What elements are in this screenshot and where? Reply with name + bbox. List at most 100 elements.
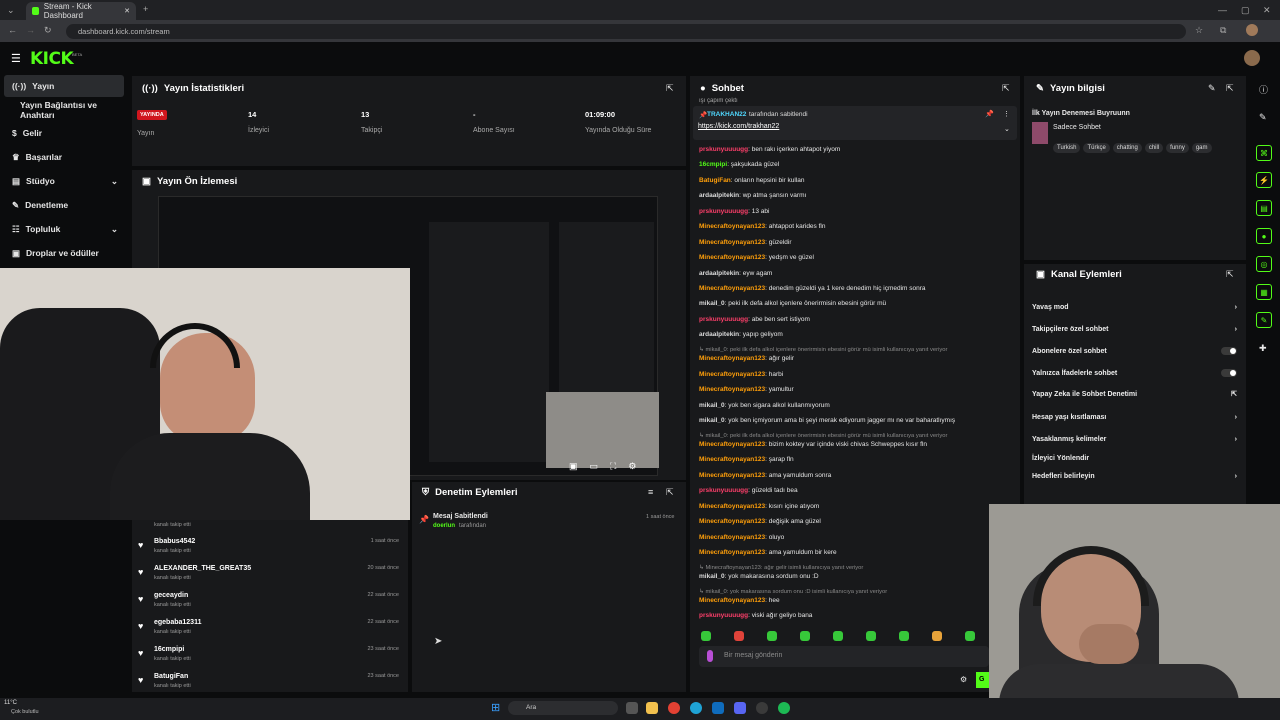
rail-doc-icon[interactable]: ▤	[1256, 200, 1272, 216]
add-widget-icon[interactable]: ✚	[1259, 343, 1267, 354]
extensions-icon[interactable]: ⧉	[1220, 25, 1226, 36]
discord-icon[interactable]	[734, 702, 746, 714]
sidebar-item-droplar[interactable]: ▣ Droplar ve ödüller	[4, 242, 124, 264]
sidebar-item-basarilar[interactable]: ♛ Başarılar	[4, 146, 124, 168]
follower-name[interactable]: Bbabus4542	[154, 538, 195, 545]
follower-row[interactable]: ♥ egebaba12311 kanalı takip etti 22 saat ön…	[138, 619, 403, 645]
chat-username[interactable]: Minecraftoynayan123	[699, 239, 765, 246]
tab-close-icon[interactable]: ✕	[124, 7, 130, 15]
channel-action-item[interactable]: Yalnızca İfadelerle sohbet	[1032, 366, 1237, 380]
emote-icon[interactable]	[965, 631, 975, 641]
chat-username[interactable]: Minecraftoynayan123	[699, 355, 765, 362]
chat-username[interactable]: Minecraftoynayan123	[699, 472, 765, 479]
bookmark-star-icon[interactable]: ☆	[1195, 25, 1203, 36]
reload-icon[interactable]: ↻	[44, 25, 52, 36]
chat-username[interactable]: prskunyuuuugg	[699, 208, 748, 215]
channel-action-item[interactable]: Yapay Zeka ile Sohbet Denetimi ⇱	[1032, 387, 1237, 401]
rail-broadcast-icon[interactable]: ◎	[1256, 256, 1272, 272]
chat-input[interactable]: Bir mesaj gönderin	[699, 646, 989, 667]
filter-icon[interactable]: ≡	[648, 487, 653, 497]
follower-row[interactable]: ♥ geceaydin kanalı takip etti 22 saat önce	[138, 592, 403, 618]
chat-username[interactable]: Minecraftoynayan123	[699, 597, 765, 604]
follower-row[interactable]: ♥ Bbabus4542 kanalı takip etti 1 saat önce	[138, 538, 403, 564]
chat-username[interactable]: Minecraftoynayan123	[699, 518, 765, 525]
tag[interactable]: Turkish	[1053, 143, 1081, 153]
emote-icon[interactable]	[734, 631, 744, 641]
rail-tool-icon[interactable]: ✎	[1256, 312, 1272, 328]
tag[interactable]: chatting	[1112, 143, 1142, 153]
chat-username[interactable]: Minecraftoynayan123	[699, 456, 765, 463]
follower-row[interactable]: ♥ 16cmpipi kanalı takip etti 23 saat önce	[138, 646, 403, 672]
weather-temp[interactable]: 11°C	[4, 700, 17, 706]
chat-username[interactable]: BatugiFan	[699, 177, 731, 184]
chat-username[interactable]: prskunyuuuugg	[699, 612, 748, 619]
popout-icon[interactable]: ⇱	[1226, 269, 1234, 280]
address-bar[interactable]: dashboard.kick.com/stream	[66, 24, 1186, 39]
chat-username[interactable]: Minecraftoynayan123	[699, 223, 765, 230]
chat-username[interactable]: ardaalpitekin	[699, 331, 739, 338]
chat-username[interactable]: Minecraftoynayan123	[699, 441, 765, 448]
toggle-switch[interactable]	[1221, 369, 1237, 377]
sidebar-item-yayin[interactable]: ((·)) Yayın	[4, 75, 124, 97]
kick-logo[interactable]: KICK	[30, 49, 74, 69]
hamburger-menu-icon[interactable]: ☰	[11, 52, 21, 65]
chat-username[interactable]: prskunyuuuugg	[699, 146, 748, 153]
emote-icon[interactable]	[800, 631, 810, 641]
chat-username[interactable]: 16cmpipi	[699, 161, 727, 168]
sidebar-item-gelir[interactable]: $ Gelir	[4, 122, 124, 144]
popout-icon[interactable]: ⇱	[1226, 83, 1234, 94]
pencil-icon[interactable]: ✎	[1259, 112, 1267, 123]
send-button[interactable]: G	[976, 672, 990, 688]
follower-name[interactable]: 16cmpipi	[154, 646, 184, 653]
chat-username[interactable]: ardaalpitekin	[699, 270, 739, 277]
toggle-switch[interactable]	[1221, 347, 1237, 355]
follower-name[interactable]: ALEXANDER_THE_GREAT35	[154, 565, 251, 572]
forward-icon[interactable]: →	[26, 25, 35, 35]
channel-action-item[interactable]: İzleyici Yönlendir	[1032, 451, 1237, 465]
pinned-user[interactable]: TRAKHAN22	[707, 111, 746, 118]
sidebar-item-studyo[interactable]: ▤ Stüdyo ⌄	[4, 170, 124, 192]
pip-icon[interactable]: ▣	[569, 461, 578, 472]
channel-action-item[interactable]: Takipçilere özel sohbet ›	[1032, 322, 1237, 336]
theater-icon[interactable]: ▭	[590, 461, 599, 472]
close-window-icon[interactable]: ✕	[1263, 5, 1271, 16]
chat-username[interactable]: prskunyuuuugg	[699, 316, 748, 323]
channel-action-item[interactable]: Yasaklanmış kelimeler ›	[1032, 432, 1237, 446]
maximize-icon[interactable]: ▢	[1241, 5, 1250, 16]
tab-search-icon[interactable]: ⌄	[7, 5, 15, 16]
chat-username[interactable]: ardaalpitekin	[699, 192, 739, 199]
preview-controls[interactable]: ▣ ▭ ⛶ ⚙	[569, 461, 636, 472]
follower-row[interactable]: ♥ ALEXANDER_THE_GREAT35 kanalı takip etti 2…	[138, 565, 403, 591]
rail-stats-icon[interactable]: ⌘	[1256, 145, 1272, 161]
browser-tab[interactable]: Stream - Kick Dashboard ✕	[26, 2, 136, 20]
edit-icon[interactable]: ✎	[1208, 83, 1216, 94]
chat-username[interactable]: mikail_0	[699, 573, 725, 580]
follower-name[interactable]: BatugiFan	[154, 673, 188, 680]
popout-icon[interactable]: ⇱	[1002, 83, 1010, 94]
emote-icon[interactable]	[866, 631, 876, 641]
emote-icon[interactable]	[701, 631, 711, 641]
fullscreen-icon[interactable]: ⛶	[610, 461, 616, 472]
follower-row[interactable]: ♥ BatugiFan kanalı takip etti 23 saat önce	[138, 673, 403, 699]
follower-name[interactable]: egebaba12311	[154, 619, 201, 626]
popout-icon[interactable]: ⇱	[666, 83, 674, 94]
chat-username[interactable]: Minecraftoynayan123	[699, 549, 765, 556]
chat-username[interactable]: prskunyuuuugg	[699, 487, 748, 494]
chat-username[interactable]: Minecraftoynayan123	[699, 503, 765, 510]
chat-username[interactable]: Minecraftoynayan123	[699, 285, 765, 292]
minimize-icon[interactable]: —	[1218, 5, 1227, 15]
unpin-icon[interactable]: 📌	[985, 110, 994, 118]
tag[interactable]: gam	[1191, 143, 1212, 153]
pinned-link[interactable]: https://kick.com/trakhan22	[698, 123, 779, 130]
chat-username[interactable]: mikail_0	[699, 417, 725, 424]
mail-icon[interactable]	[712, 702, 724, 714]
chat-settings-icon[interactable]: ⚙	[960, 675, 967, 684]
rail-chat-icon[interactable]: ●	[1256, 228, 1272, 244]
chrome-icon[interactable]	[668, 702, 680, 714]
emote-icon[interactable]	[932, 631, 942, 641]
stream-category[interactable]: Sadece Sohbet	[1053, 124, 1101, 131]
new-tab-icon[interactable]: +	[143, 4, 148, 14]
follower-name[interactable]: geceaydin	[154, 592, 188, 599]
chat-username[interactable]: Minecraftoynayan123	[699, 386, 765, 393]
profile-avatar[interactable]	[1246, 24, 1258, 36]
